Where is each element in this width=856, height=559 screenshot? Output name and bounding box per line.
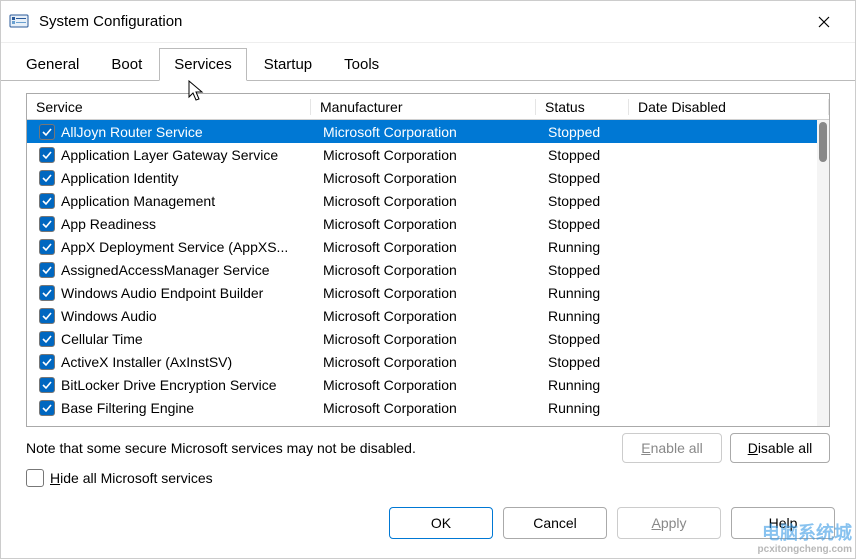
hide-ms-label[interactable]: Hide all Microsoft services	[50, 470, 213, 486]
cancel-button[interactable]: Cancel	[503, 507, 607, 539]
service-status: Running	[544, 239, 637, 255]
table-row[interactable]: Application Identity Microsoft Corporatio…	[27, 166, 829, 189]
table-row[interactable]: Application Layer Gateway Service Microso…	[27, 143, 829, 166]
service-name: BitLocker Drive Encryption Service	[61, 377, 277, 393]
service-name: Windows Audio Endpoint Builder	[61, 285, 263, 301]
table-row[interactable]: Windows Audio Microsoft CorporationRunnin…	[27, 304, 829, 327]
column-header-date-disabled[interactable]: Date Disabled	[629, 99, 829, 115]
service-name: Base Filtering Engine	[61, 400, 194, 416]
service-checkbox[interactable]	[39, 239, 55, 255]
services-table: Service Manufacturer Status Date Disable…	[26, 93, 830, 427]
tab-tools[interactable]: Tools	[329, 48, 394, 81]
service-status: Stopped	[544, 216, 637, 232]
table-row[interactable]: Cellular Time Microsoft CorporationStoppe…	[27, 327, 829, 350]
help-button[interactable]: Help	[731, 507, 835, 539]
window: System Configuration General Boot Servic…	[0, 0, 856, 559]
hide-ms-row: Hide all Microsoft services	[26, 469, 830, 487]
service-name: AssignedAccessManager Service	[61, 262, 270, 278]
table-row[interactable]: AllJoyn Router Service Microsoft Corporat…	[27, 120, 829, 143]
service-status: Stopped	[544, 354, 637, 370]
titlebar: System Configuration	[1, 1, 855, 43]
service-checkbox[interactable]	[39, 147, 55, 163]
scrollbar-thumb[interactable]	[819, 122, 827, 162]
window-close-button[interactable]	[801, 1, 847, 42]
service-status: Stopped	[544, 262, 637, 278]
table-row[interactable]: BitLocker Drive Encryption Service Micros…	[27, 373, 829, 396]
column-header-manufacturer[interactable]: Manufacturer	[311, 99, 536, 115]
enable-all-button[interactable]: Enable all	[622, 433, 722, 463]
scrollbar-track[interactable]	[817, 120, 829, 426]
service-checkbox[interactable]	[39, 216, 55, 232]
service-name: Application Identity	[61, 170, 179, 186]
disable-all-button[interactable]: Disable all	[730, 433, 830, 463]
service-name: AppX Deployment Service (AppXS...	[61, 239, 288, 255]
service-status: Stopped	[544, 147, 637, 163]
service-name: Windows Audio	[61, 308, 157, 324]
column-header-status[interactable]: Status	[536, 99, 629, 115]
service-checkbox[interactable]	[39, 354, 55, 370]
dialog-button-bar: OK Cancel Apply Help	[1, 498, 855, 558]
table-row[interactable]: ActiveX Installer (AxInstSV) Microsoft Co…	[27, 350, 829, 373]
service-manufacturer: Microsoft Corporation	[319, 170, 544, 186]
service-name: Application Layer Gateway Service	[61, 147, 278, 163]
apply-button[interactable]: Apply	[617, 507, 721, 539]
table-row[interactable]: Base Filtering Engine Microsoft Corporati…	[27, 396, 829, 419]
service-manufacturer: Microsoft Corporation	[319, 400, 544, 416]
tab-boot[interactable]: Boot	[96, 48, 157, 81]
service-checkbox[interactable]	[39, 285, 55, 301]
service-manufacturer: Microsoft Corporation	[319, 147, 544, 163]
service-checkbox[interactable]	[39, 308, 55, 324]
service-manufacturer: Microsoft Corporation	[319, 216, 544, 232]
service-checkbox[interactable]	[39, 170, 55, 186]
service-checkbox[interactable]	[39, 331, 55, 347]
table-row[interactable]: AppX Deployment Service (AppXS... Microso…	[27, 235, 829, 258]
service-status: Running	[544, 400, 637, 416]
service-name: AllJoyn Router Service	[61, 124, 203, 140]
service-checkbox[interactable]	[39, 262, 55, 278]
service-checkbox[interactable]	[39, 400, 55, 416]
service-status: Running	[544, 285, 637, 301]
note-row: Note that some secure Microsoft services…	[26, 433, 830, 463]
service-checkbox[interactable]	[39, 124, 55, 140]
service-manufacturer: Microsoft Corporation	[319, 239, 544, 255]
tab-services[interactable]: Services	[159, 48, 247, 81]
table-row[interactable]: Windows Audio Endpoint Builder Microsoft …	[27, 281, 829, 304]
service-name: Application Management	[61, 193, 215, 209]
service-status: Stopped	[544, 170, 637, 186]
service-manufacturer: Microsoft Corporation	[319, 193, 544, 209]
hide-ms-checkbox[interactable]	[26, 469, 44, 487]
table-row[interactable]: Application Management Microsoft Corporat…	[27, 189, 829, 212]
services-panel: Service Manufacturer Status Date Disable…	[1, 81, 855, 498]
service-status: Running	[544, 377, 637, 393]
service-name: ActiveX Installer (AxInstSV)	[61, 354, 232, 370]
tab-startup[interactable]: Startup	[249, 48, 327, 81]
service-status: Stopped	[544, 331, 637, 347]
services-list: AllJoyn Router Service Microsoft Corporat…	[27, 120, 829, 419]
service-manufacturer: Microsoft Corporation	[319, 285, 544, 301]
window-title: System Configuration	[39, 13, 801, 30]
column-header-service[interactable]: Service	[27, 99, 311, 115]
app-icon	[9, 12, 29, 32]
service-manufacturer: Microsoft Corporation	[319, 354, 544, 370]
ok-button[interactable]: OK	[389, 507, 493, 539]
service-name: App Readiness	[61, 216, 156, 232]
service-status: Stopped	[544, 124, 637, 140]
service-checkbox[interactable]	[39, 377, 55, 393]
service-status: Stopped	[544, 193, 637, 209]
table-header-row: Service Manufacturer Status Date Disable…	[27, 94, 829, 120]
service-name: Cellular Time	[61, 331, 143, 347]
service-manufacturer: Microsoft Corporation	[319, 331, 544, 347]
note-text: Note that some secure Microsoft services…	[26, 440, 614, 456]
table-row[interactable]: App Readiness Microsoft CorporationStoppe…	[27, 212, 829, 235]
tab-general[interactable]: General	[11, 48, 94, 81]
service-status: Running	[544, 308, 637, 324]
service-manufacturer: Microsoft Corporation	[319, 308, 544, 324]
table-row[interactable]: AssignedAccessManager Service Microsoft C…	[27, 258, 829, 281]
service-manufacturer: Microsoft Corporation	[319, 124, 544, 140]
service-checkbox[interactable]	[39, 193, 55, 209]
tab-strip: General Boot Services Startup Tools	[1, 43, 855, 81]
service-manufacturer: Microsoft Corporation	[319, 377, 544, 393]
service-manufacturer: Microsoft Corporation	[319, 262, 544, 278]
